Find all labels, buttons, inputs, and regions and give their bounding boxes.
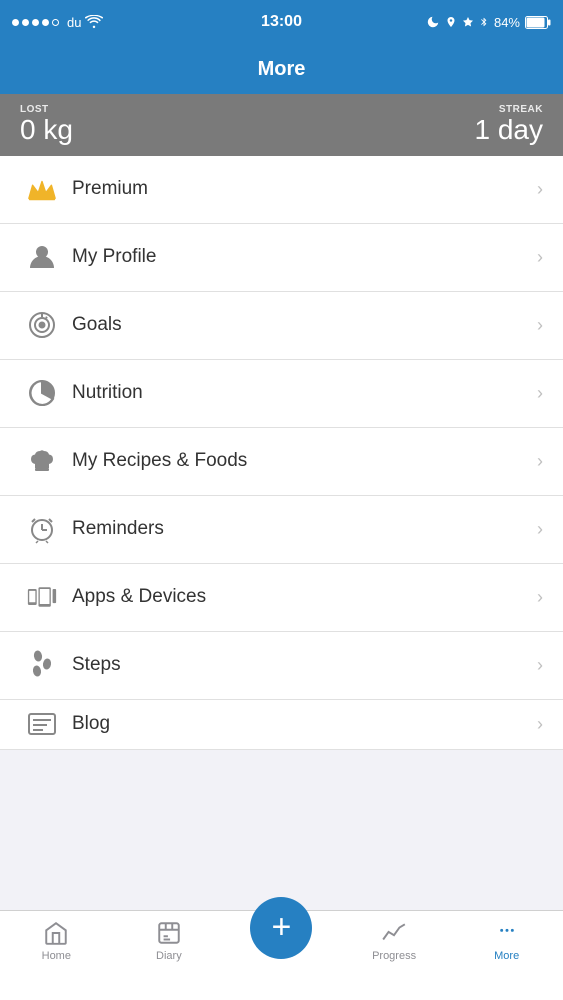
menu-label-goals: Goals — [72, 314, 537, 336]
tab-add-container: + — [225, 919, 338, 959]
carrier-name: du — [67, 15, 81, 30]
menu-item-blog[interactable]: Blog › — [0, 700, 563, 750]
tab-progress-label: Progress — [372, 950, 416, 962]
pie-chart-icon — [27, 378, 57, 408]
menu-item-nutrition[interactable]: Nutrition › — [0, 360, 563, 428]
add-button[interactable]: + — [250, 897, 312, 959]
chevron-premium: › — [537, 179, 543, 200]
signal-dot-4 — [42, 19, 49, 26]
target-icon — [27, 310, 57, 340]
status-time: 13:00 — [261, 13, 302, 31]
alarm-icon — [27, 514, 57, 544]
signal-dot-5 — [52, 19, 59, 26]
tab-bar: Home Diary + Progress — [0, 910, 563, 1000]
diary-icon — [155, 919, 183, 947]
home-icon — [42, 919, 70, 947]
nav-header: More — [0, 44, 563, 94]
menu-label-reminders: Reminders — [72, 518, 537, 540]
tab-home[interactable]: Home — [0, 919, 113, 962]
crown-icon-container — [20, 174, 64, 204]
tab-more-label: More — [494, 950, 519, 962]
wifi-icon — [85, 15, 103, 29]
chevron-reminders: › — [537, 519, 543, 540]
tab-home-label: Home — [42, 950, 71, 962]
stats-bar: LOST 0 kg STREAK 1 day — [0, 94, 563, 156]
devices-icon-container — [20, 582, 64, 612]
signal-dot-2 — [22, 19, 29, 26]
menu-list: Premium › My Profile › Goals › — [0, 156, 563, 750]
footsteps-icon-container — [20, 650, 64, 680]
menu-label-nutrition: Nutrition — [72, 382, 537, 404]
tab-progress[interactable]: Progress — [338, 919, 451, 962]
menu-item-profile[interactable]: My Profile › — [0, 224, 563, 292]
chevron-nutrition: › — [537, 383, 543, 404]
tab-diary[interactable]: Diary — [113, 919, 226, 962]
menu-item-premium[interactable]: Premium › — [0, 156, 563, 224]
menu-label-steps: Steps — [72, 654, 537, 676]
person-icon-container — [20, 242, 64, 272]
blog-icon-container — [20, 709, 64, 739]
stats-streak: STREAK 1 day — [475, 104, 544, 146]
chevron-apps: › — [537, 587, 543, 608]
menu-label-blog: Blog — [72, 713, 537, 735]
lost-value: 0 kg — [20, 115, 73, 146]
chef-hat-icon — [27, 446, 57, 476]
chevron-steps: › — [537, 655, 543, 676]
menu-label-profile: My Profile — [72, 246, 537, 268]
signal-dot-3 — [32, 19, 39, 26]
menu-item-apps[interactable]: Apps & Devices › — [0, 564, 563, 632]
bluetooth-icon — [479, 15, 489, 29]
page-title: More — [258, 58, 306, 81]
menu-label-apps: Apps & Devices — [72, 586, 537, 608]
battery-level: 84% — [494, 15, 520, 30]
chevron-goals: › — [537, 315, 543, 336]
location-icon — [445, 15, 457, 29]
alarm-icon-container — [20, 514, 64, 544]
signal-dot-1 — [12, 19, 19, 26]
menu-label-premium: Premium — [72, 178, 537, 200]
crown-icon — [27, 174, 57, 204]
devices-icon — [27, 582, 57, 612]
menu-label-recipes: My Recipes & Foods — [72, 450, 537, 472]
target-icon-container — [20, 310, 64, 340]
status-right: 84% — [426, 15, 551, 30]
moon-icon — [426, 15, 440, 29]
pie-chart-icon-container — [20, 378, 64, 408]
chevron-recipes: › — [537, 451, 543, 472]
menu-item-reminders[interactable]: Reminders › — [0, 496, 563, 564]
stats-lost: LOST 0 kg — [20, 104, 73, 146]
blog-icon — [27, 709, 57, 739]
status-left: du — [12, 15, 103, 30]
tab-diary-label: Diary — [156, 950, 182, 962]
battery-icon — [525, 16, 551, 29]
plus-icon: + — [272, 910, 292, 944]
menu-item-steps[interactable]: Steps › — [0, 632, 563, 700]
status-bar: du 13:00 84% — [0, 0, 563, 44]
streak-value: 1 day — [475, 115, 544, 146]
more-dots-icon — [493, 919, 521, 947]
menu-item-recipes[interactable]: My Recipes & Foods › — [0, 428, 563, 496]
tab-more[interactable]: More — [450, 919, 563, 962]
person-icon — [27, 242, 57, 272]
chevron-profile: › — [537, 247, 543, 268]
footsteps-icon — [27, 650, 57, 680]
arrow-icon — [462, 15, 474, 29]
signal-dots — [12, 19, 59, 26]
chef-hat-icon-container — [20, 446, 64, 476]
progress-icon — [380, 919, 408, 947]
menu-item-goals[interactable]: Goals › — [0, 292, 563, 360]
chevron-blog: › — [537, 714, 543, 735]
